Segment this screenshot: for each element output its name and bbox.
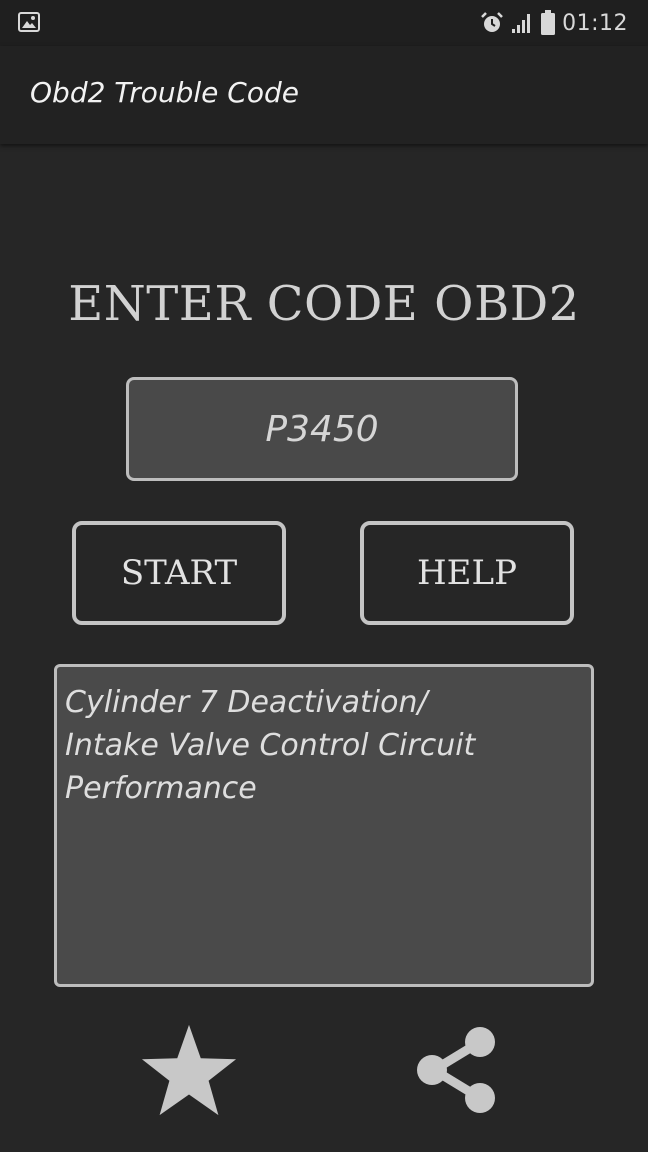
battery-icon <box>541 10 556 35</box>
page-heading: ENTER CODE OBD2 <box>68 276 580 332</box>
app-bar: Obd2 Trouble Code <box>0 46 648 144</box>
alarm-icon <box>481 12 503 32</box>
star-icon[interactable] <box>140 1022 238 1118</box>
gallery-icon <box>18 12 40 32</box>
signal-icon <box>512 14 531 33</box>
status-bar: 01:12 <box>0 0 648 46</box>
result-text-box: Cylinder 7 Deactivation/ Intake Valve Co… <box>54 664 594 987</box>
help-button[interactable]: HELP <box>360 521 574 625</box>
start-button[interactable]: START <box>72 521 286 625</box>
app-title: Obd2 Trouble Code <box>30 76 299 109</box>
share-icon[interactable] <box>410 1024 502 1116</box>
status-time: 01:12 <box>562 10 628 36</box>
code-input[interactable] <box>126 377 518 481</box>
status-icons: 01:12 <box>480 8 628 38</box>
